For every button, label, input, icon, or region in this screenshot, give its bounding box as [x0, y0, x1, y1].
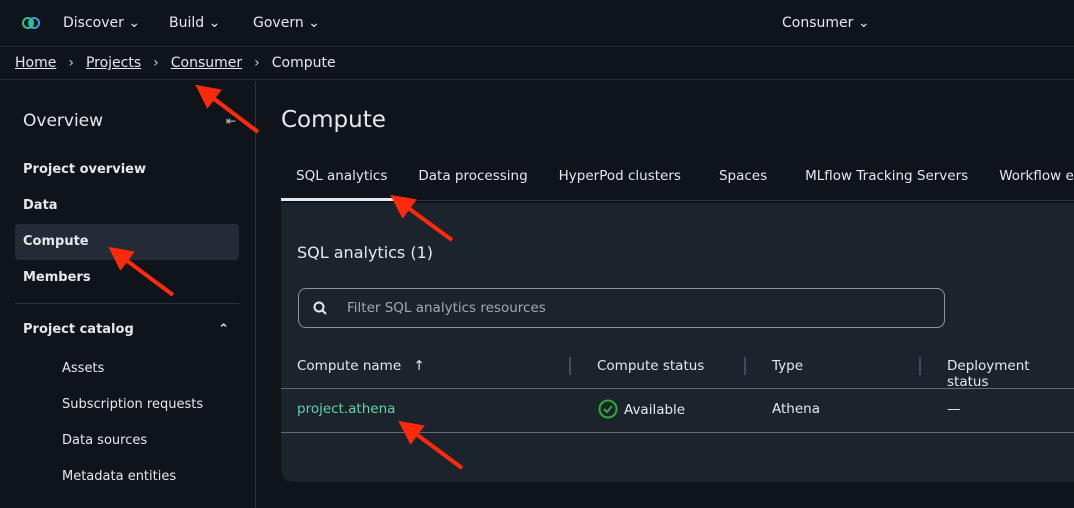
section-label: Project catalog — [23, 322, 134, 337]
tab-data-processing[interactable]: Data processing — [403, 159, 543, 201]
breadcrumb-projects[interactable]: Projects — [86, 55, 141, 71]
nav-discover[interactable]: Discover ⌄ — [63, 15, 140, 31]
chevron-right-icon: › — [254, 55, 260, 71]
column-resizer[interactable] — [919, 357, 921, 375]
sidebar-title: Overview — [23, 111, 104, 131]
breadcrumb-consumer[interactable]: Consumer — [171, 55, 242, 71]
sidebar-item-metadata-entities[interactable]: Metadata entities — [62, 469, 176, 484]
tab-bar: SQL analytics Data processing HyperPod c… — [281, 159, 1074, 201]
column-compute-name[interactable]: Compute name ↑ — [297, 358, 425, 374]
compute-name-link[interactable]: project.athena — [297, 401, 395, 417]
breadcrumb: Home › Projects › Consumer › Compute — [0, 47, 1074, 80]
project-label: Consumer — [782, 15, 854, 31]
search-icon — [313, 301, 327, 315]
breadcrumb-current: Compute — [271, 55, 336, 71]
nav-label: Govern — [253, 15, 304, 31]
filter-input[interactable]: Filter SQL analytics resources — [298, 288, 945, 328]
sidebar-item-data[interactable]: Data — [15, 188, 239, 224]
column-resizer[interactable] — [569, 357, 571, 375]
tab-sql-analytics[interactable]: SQL analytics — [281, 159, 404, 201]
sidebar-item-project-overview[interactable]: Project overview — [15, 152, 239, 188]
sort-ascending-icon[interactable]: ↑ — [413, 358, 424, 374]
tab-mlflow[interactable]: MLflow Tracking Servers — [783, 159, 984, 201]
tab-hyperpod-clusters[interactable]: HyperPod clusters — [544, 159, 697, 201]
column-resizer[interactable] — [744, 357, 746, 375]
nav-label: Build — [169, 15, 205, 31]
deployment-cell: — — [947, 401, 961, 417]
tab-spaces[interactable]: Spaces — [697, 159, 783, 201]
chevron-up-icon: ⌃ — [218, 322, 229, 337]
panel-title: SQL analytics (1) — [297, 243, 434, 262]
tab-workflow[interactable]: Workflow e — [984, 159, 1074, 201]
sql-analytics-panel: SQL analytics (1) Filter SQL analytics r… — [281, 203, 1074, 482]
divider — [15, 303, 239, 304]
nav-build[interactable]: Build ⌄ — [169, 15, 220, 31]
column-compute-status[interactable]: Compute status — [597, 358, 704, 374]
nav-label: Discover — [63, 15, 124, 31]
nav-govern[interactable]: Govern ⌄ — [253, 15, 320, 31]
column-label: Compute name — [297, 358, 402, 374]
type-cell: Athena — [772, 401, 820, 417]
divider — [281, 432, 1074, 433]
filter-placeholder: Filter SQL analytics resources — [347, 300, 546, 316]
divider — [281, 388, 1074, 389]
top-nav: Discover ⌄ Build ⌄ Govern ⌄ Consumer ⌄ — [0, 0, 1074, 47]
chevron-right-icon: › — [68, 55, 74, 71]
collapse-sidebar-icon[interactable]: ⇤ — [226, 114, 236, 128]
status-text: Available — [624, 402, 686, 418]
status-badge: Available — [598, 399, 686, 419]
app-logo-icon[interactable] — [22, 14, 40, 32]
check-circle-icon — [598, 399, 618, 419]
breadcrumb-home[interactable]: Home — [15, 55, 56, 71]
sidebar: Overview ⇤ Project overview Data Compute… — [0, 81, 256, 508]
column-type[interactable]: Type — [772, 358, 803, 374]
project-selector[interactable]: Consumer ⌄ — [782, 15, 870, 31]
sidebar-item-data-sources[interactable]: Data sources — [62, 433, 147, 448]
main-content: Compute SQL analytics Data processing Hy… — [257, 81, 1074, 508]
sidebar-item-subscription-requests[interactable]: Subscription requests — [62, 397, 203, 412]
chevron-right-icon: › — [153, 55, 159, 71]
sidebar-item-assets[interactable]: Assets — [62, 361, 104, 376]
sidebar-item-compute[interactable]: Compute — [15, 224, 239, 260]
sidebar-section-project-catalog[interactable]: Project catalog ⌃ — [15, 312, 239, 348]
column-deployment-status[interactable]: Deployment status — [947, 358, 1074, 390]
page-title: Compute — [281, 107, 386, 133]
sidebar-item-members[interactable]: Members — [15, 260, 239, 296]
